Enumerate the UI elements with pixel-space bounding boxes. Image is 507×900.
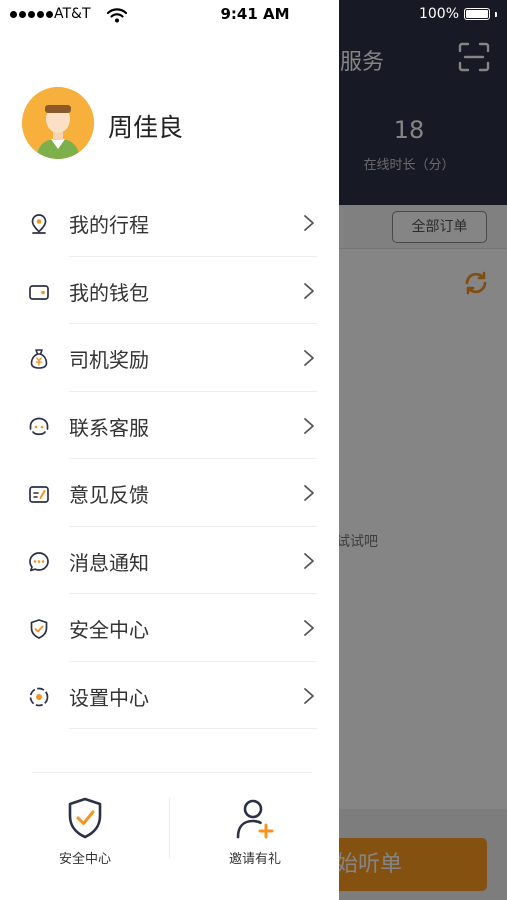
chevron-right-icon (304, 485, 314, 501)
menu-label-notifications: 消息通知 (69, 550, 149, 575)
chevron-right-icon (304, 552, 314, 569)
menu-item-notifications[interactable]: 消息通知 (0, 527, 339, 594)
shield-check-icon (68, 797, 102, 839)
menu-label-my-trips: 我的行程 (69, 213, 149, 237)
chevron-right-icon (304, 620, 314, 636)
chevron-right-icon (304, 417, 314, 434)
carrier-label: AT&T (54, 6, 91, 22)
feedback-icon (29, 486, 49, 503)
chevron-right-icon (304, 282, 314, 299)
chevron-right-icon (304, 687, 314, 704)
menu-item-settings[interactable]: 设置中心 (0, 662, 339, 729)
menu-label-settings: 设置中心 (69, 685, 149, 710)
battery-percent: 100% (418, 6, 459, 22)
footer-separator (169, 798, 170, 858)
side-drawer: AT&T 9:41 AM 周佳良 我的行程 我的钱包 司机奖励 联系客服 意见反… (0, 0, 339, 900)
footer-safety-label: 安全中心 (58, 852, 111, 867)
status-right: 100% (419, 6, 497, 22)
battery-icon (464, 8, 490, 20)
status-bar: AT&T 9:41 AM (0, 0, 339, 30)
invite-user-icon (236, 799, 274, 839)
footer-safety-button[interactable]: 安全中心 (25, 795, 145, 870)
menu-item-driver-rewards[interactable]: 司机奖励 (0, 324, 339, 392)
footer-divider (32, 772, 312, 773)
avatar[interactable] (22, 87, 94, 159)
menu-label-contact-service: 联系客服 (69, 415, 149, 440)
status-time: 9:41 AM (220, 5, 290, 23)
footer-invite-button[interactable]: 邀请有礼 (195, 795, 315, 870)
customer-service-icon (29, 417, 49, 435)
menu-label-safety-center: 安全中心 (69, 618, 149, 642)
menu-label-feedback: 意见反馈 (69, 483, 149, 507)
menu-label-my-wallet: 我的钱包 (69, 280, 149, 305)
wallet-icon (29, 284, 49, 300)
menu-item-feedback[interactable]: 意见反馈 (0, 459, 339, 527)
menu-item-safety-center[interactable]: 安全中心 (0, 594, 339, 662)
money-bag-icon (30, 349, 48, 369)
menu-item-my-trips[interactable]: 我的行程 (0, 189, 339, 257)
drawer-menu: 我的行程 我的钱包 司机奖励 联系客服 意见反馈 消息通知 安全中心 设置中心 (0, 189, 339, 729)
wifi-icon (107, 8, 127, 23)
signal-icon (10, 11, 53, 18)
user-name[interactable]: 周佳良 (108, 108, 183, 144)
menu-item-contact-service[interactable]: 联系客服 (0, 392, 339, 459)
menu-label-driver-rewards: 司机奖励 (69, 348, 149, 372)
location-pin-icon (31, 214, 47, 234)
menu-item-my-wallet[interactable]: 我的钱包 (0, 257, 339, 324)
chevron-right-icon (304, 350, 314, 366)
message-icon (29, 551, 49, 571)
divider (69, 728, 317, 729)
battery-tip (495, 11, 497, 17)
driver-avatar-icon (22, 87, 94, 159)
footer-invite-label: 邀请有礼 (228, 852, 281, 867)
shield-icon (30, 619, 48, 639)
chevron-right-icon (304, 215, 314, 231)
settings-icon (29, 687, 49, 706)
